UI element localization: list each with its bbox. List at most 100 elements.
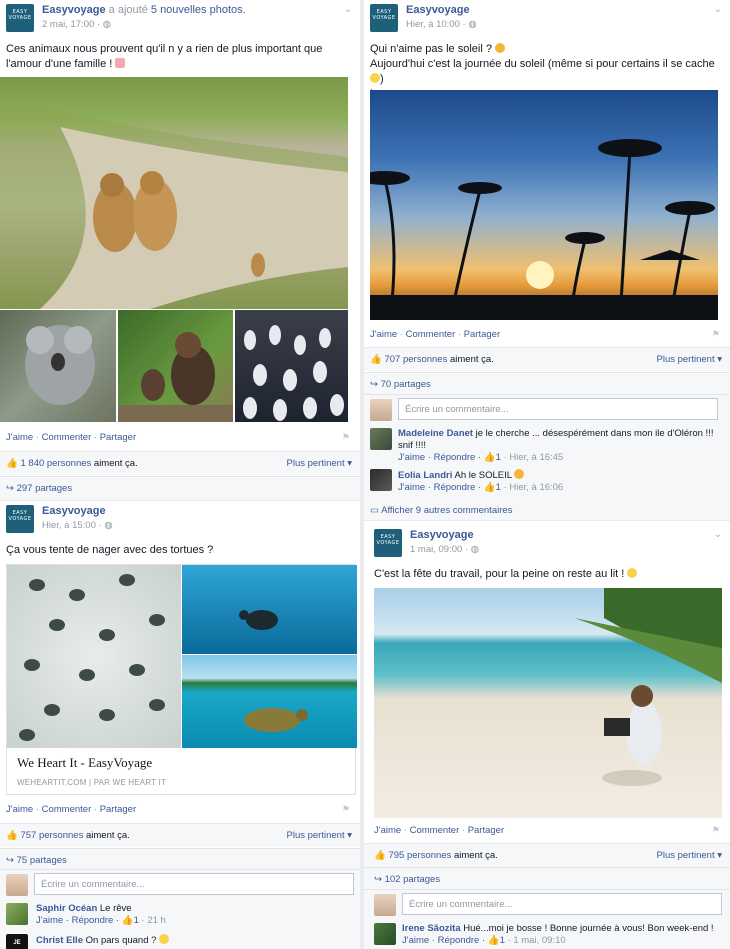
link-source: WEHEARTIT.COM | PAR WE HEART IT: [17, 778, 167, 787]
likes-count-link[interactable]: 757 personnes: [20, 830, 83, 841]
comment-input[interactable]: Écrire un commentaire...: [398, 398, 718, 420]
chevron-down-icon[interactable]: ⌄: [714, 529, 722, 540]
thumbs-up-icon: 👍: [6, 830, 18, 841]
sort-dropdown[interactable]: Plus pertinent ▾: [657, 354, 723, 365]
comment-like-count[interactable]: 1: [134, 915, 139, 926]
comment-input[interactable]: Écrire un commentaire...: [402, 893, 722, 915]
commenter-name[interactable]: Eolia Landri: [398, 470, 452, 481]
author-link[interactable]: Easyvoyage: [42, 505, 106, 517]
page-avatar[interactable]: EASY VOYAGE: [370, 4, 398, 32]
comment-link[interactable]: Commenter: [42, 804, 92, 815]
comment-link[interactable]: Commenter: [410, 825, 460, 836]
comment-actions[interactable]: J'aime · Répondre ·: [398, 482, 481, 493]
comment-link[interactable]: Commenter: [406, 329, 456, 340]
link-title[interactable]: We Heart It - EasyVoyage: [17, 755, 152, 771]
comment-actions[interactable]: J'aime · Répondre ·: [402, 935, 485, 946]
commenter-avatar[interactable]: [370, 428, 392, 450]
post-timestamp[interactable]: 1 mai, 09:00 · ◍: [410, 544, 479, 555]
page-avatar[interactable]: EASY VOYAGE: [6, 4, 34, 32]
thumbs-up-icon: 👍: [483, 482, 496, 493]
shares-link[interactable]: 70 partages: [381, 379, 431, 390]
like-link[interactable]: J'aime: [6, 432, 33, 443]
grimace-emoji-icon: [627, 568, 638, 578]
comment-link[interactable]: Commenter: [42, 432, 92, 443]
post-actions: J'aime · Commenter · Partager: [370, 329, 501, 340]
comment-like-count[interactable]: 1: [496, 452, 501, 463]
commenter-name[interactable]: Irene Sãozita: [402, 923, 461, 934]
photo-koala[interactable]: [0, 310, 116, 422]
author-link[interactable]: Easyvoyage: [406, 4, 470, 16]
smile-emoji-icon: [514, 469, 525, 479]
comment: Madeleine Danet je le cherche ... désesp…: [364, 428, 730, 464]
photo-penguins[interactable]: [235, 310, 348, 422]
like-link[interactable]: J'aime: [374, 825, 401, 836]
thumbs-up-icon: 👍: [487, 935, 500, 946]
commenter-name[interactable]: Saphir Océan: [36, 903, 97, 914]
likes-count-link[interactable]: 795 personnes: [388, 850, 451, 861]
shares-bar: ↪ 70 partages: [364, 372, 730, 396]
page-avatar[interactable]: EASY VOYAGE: [374, 529, 402, 557]
flag-icon[interactable]: ⚑: [342, 432, 350, 443]
flag-icon[interactable]: ⚑: [342, 804, 350, 815]
post-timestamp[interactable]: Hier, à 10:00 · ◍: [406, 19, 477, 30]
like-link[interactable]: J'aime: [6, 804, 33, 815]
photo-sunset-palms[interactable]: [370, 90, 718, 320]
share-link[interactable]: Partager: [100, 804, 136, 815]
post-text: Ces animaux nous prouvent qu'il n y a ri…: [6, 43, 323, 70]
likes-suffix: aiment ça.: [85, 830, 130, 841]
photos-link[interactable]: 5 nouvelles photos.: [151, 4, 246, 16]
comment-time[interactable]: · Hier, à 16:45: [504, 452, 564, 463]
post-timestamp[interactable]: Hier, à 15:00 · ◍: [42, 520, 113, 531]
comment-like-count[interactable]: 1: [500, 935, 505, 946]
author-link[interactable]: Easyvoyage: [42, 4, 106, 16]
share-link[interactable]: Partager: [100, 432, 136, 443]
sort-dropdown[interactable]: Plus pertinent ▾: [287, 830, 353, 841]
commenter-avatar[interactable]: [6, 903, 28, 925]
comment-like-count[interactable]: 1: [496, 482, 501, 493]
globe-icon: ◍: [468, 19, 477, 30]
link-preview-card[interactable]: We Heart It - EasyVoyage WEHEARTIT.COM |…: [6, 564, 357, 795]
sort-dropdown[interactable]: Plus pertinent ▾: [287, 458, 353, 469]
post-header: EASY VOYAGE Easyvoyage 1 mai, 09:00 · ◍ …: [364, 525, 730, 561]
commenter-name[interactable]: Madeleine Danet: [398, 428, 473, 439]
post-timestamp[interactable]: 2 mai, 17:00 · ◍: [42, 19, 111, 30]
globe-icon: ◍: [104, 520, 113, 531]
likes-suffix: aiment ça.: [453, 850, 498, 861]
commenter-avatar[interactable]: JE SUIS: [6, 934, 28, 949]
comment-actions[interactable]: J'aime · Répondre ·: [36, 915, 119, 926]
more-comments-link[interactable]: ▭ Afficher 9 autres commentaires: [370, 505, 512, 516]
commenter-name[interactable]: Christ Elle: [36, 935, 83, 946]
commenter-avatar[interactable]: [374, 923, 396, 945]
likes-count-link[interactable]: 1 840 personnes: [20, 458, 91, 469]
photo-beach-laptop[interactable]: [374, 588, 722, 818]
speech-bubble-icon: ▭: [370, 505, 379, 516]
likes-count-link[interactable]: 707 personnes: [384, 354, 447, 365]
page-avatar[interactable]: EASY VOYAGE: [6, 505, 34, 533]
action-text: a ajouté: [108, 4, 148, 16]
user-avatar: [6, 874, 28, 896]
comment-time[interactable]: · 21 h: [142, 915, 166, 926]
chevron-down-icon[interactable]: ⌄: [714, 4, 722, 15]
comment-time[interactable]: · 1 mai, 09:10: [508, 935, 566, 946]
post-2: EASY VOYAGE Easyvoyage Hier, à 10:00 · ◍…: [364, 0, 730, 520]
author-link[interactable]: Easyvoyage: [410, 529, 474, 541]
shares-link[interactable]: 102 partages: [385, 874, 440, 885]
shares-link[interactable]: 297 partages: [17, 483, 72, 494]
comment: Saphir Océan Le rêve J'aime · Répondre ·…: [0, 903, 360, 927]
photo-lions[interactable]: [0, 77, 348, 309]
post-text: Ça vous tente de nager avec des tortues …: [6, 544, 214, 556]
shares-link[interactable]: 75 partages: [17, 855, 67, 866]
post-3: EASY VOYAGE Easyvoyage Hier, à 15:00 · ◍…: [0, 501, 360, 949]
comment-time[interactable]: · Hier, à 16:06: [504, 482, 564, 493]
flag-icon[interactable]: ⚑: [712, 329, 720, 340]
sort-dropdown[interactable]: Plus pertinent ▾: [657, 850, 723, 861]
commenter-avatar[interactable]: [370, 469, 392, 491]
comment-actions[interactable]: J'aime · Répondre ·: [398, 452, 481, 463]
chevron-down-icon[interactable]: ⌄: [344, 4, 352, 15]
share-link[interactable]: Partager: [468, 825, 504, 836]
share-link[interactable]: Partager: [464, 329, 500, 340]
comment-input[interactable]: Écrire un commentaire...: [34, 873, 354, 895]
like-link[interactable]: J'aime: [370, 329, 397, 340]
flag-icon[interactable]: ⚑: [712, 825, 720, 836]
photo-monkeys[interactable]: [118, 310, 233, 422]
